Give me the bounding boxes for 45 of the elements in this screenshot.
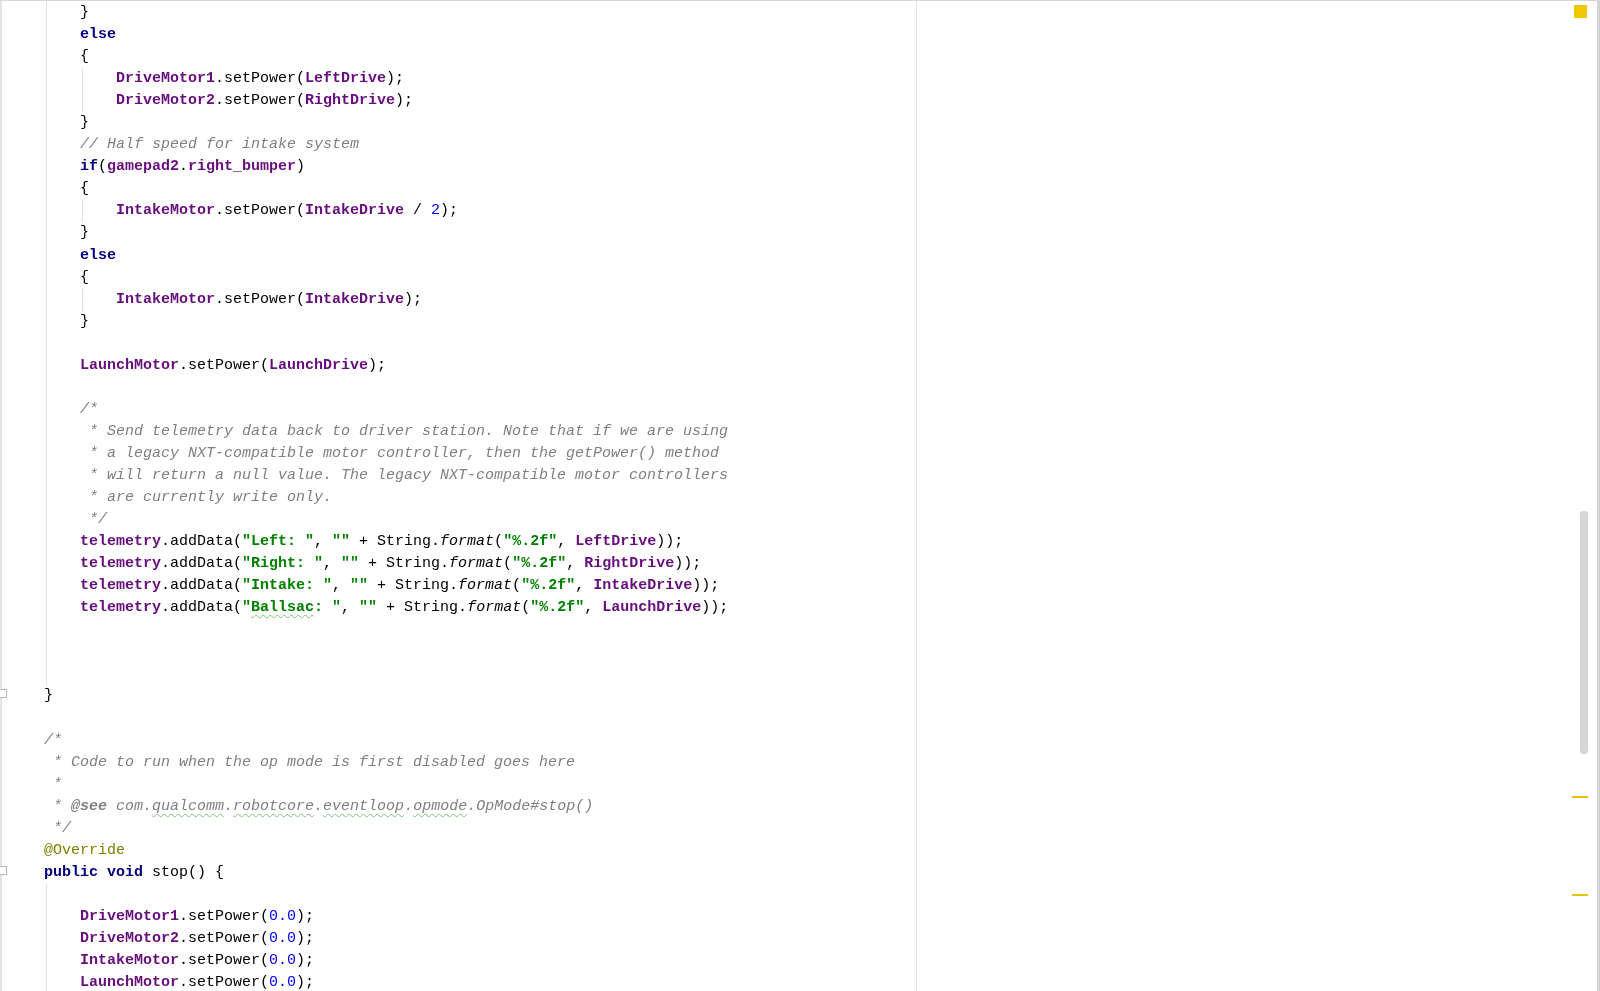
code-line: LaunchMotor.setPower(0.0); (80, 973, 315, 991)
code-line: LaunchMotor.setPower(LaunchDrive); (80, 355, 387, 376)
code-line: } (44, 686, 53, 707)
code-line: */ (88, 510, 107, 531)
code-line: * (52, 774, 62, 795)
code-line: telemetry.addData("Left: ", "" + String.format("%.2f", LeftDrive)); (80, 532, 684, 553)
warning-stripe-marker[interactable] (1572, 894, 1588, 896)
code-line: { (80, 179, 89, 200)
code-line: DriveMotor1.setPower(0.0); (80, 906, 315, 927)
code-line: } (80, 3, 89, 23)
code-line: DriveMotor2.setPower(RightDrive); (116, 91, 414, 112)
code-line: * are currently write only. (88, 488, 333, 509)
scrollbar-thumb[interactable] (1580, 511, 1588, 754)
code-line: telemetry.addData("Right: ", "" + String.format("%.2f", RightDrive)); (80, 554, 702, 575)
code-line: IntakeMotor.setPower(IntakeDrive / 2); (116, 201, 459, 222)
code-line: DriveMotor1.setPower(LeftDrive); (116, 69, 405, 90)
code-line: * will return a null value. The legacy NXT-compatible motor controllers (88, 466, 729, 486)
warning-stripe-marker[interactable] (1572, 796, 1588, 798)
code-line: * Send telemetry data back to driver station. Note that if we are using (88, 421, 729, 442)
code-line: DriveMotor2.setPower(0.0); (80, 928, 315, 949)
code-line: IntakeMotor.setPower(0.0); (80, 951, 315, 971)
code-line: public void stop() { (44, 862, 225, 883)
code-line: /* (80, 399, 98, 420)
code-line: * @see com.qualcomm.robotcore.eventloop.opmode.OpMode#stop() (52, 796, 594, 817)
code-line: IntakeMotor.setPower(IntakeDrive); (116, 289, 423, 310)
code-line: */ (52, 818, 71, 839)
code-line: if(gamepad2.right_bumper) (80, 157, 306, 178)
fold-marker-icon[interactable] (0, 866, 7, 875)
code-line: { (80, 267, 89, 288)
code-line: * a legacy NXT-compatible motor controller, then the getPower() method (88, 443, 720, 464)
code-line: else (80, 25, 116, 46)
code-line: * Code to run when the op mode is first disabled goes here (52, 752, 576, 773)
code-editor[interactable] (0, 0, 1600, 991)
warning-status-icon[interactable] (1574, 5, 1587, 18)
code-line: telemetry.addData("Ballsac: ", "" + String.format("%.2f", LaunchDrive)); (80, 598, 729, 619)
code-line: @Override (44, 840, 125, 861)
code-line: // Half speed for intake system (80, 135, 360, 156)
code-line: telemetry.addData("Intake: ", "" + String.format("%.2f", IntakeDrive)); (80, 576, 720, 597)
code-line: { (80, 47, 89, 68)
code-line: else (80, 245, 116, 266)
code-line: } (80, 311, 89, 332)
code-line: /* (44, 730, 62, 751)
code-line: } (80, 223, 89, 244)
fold-marker-icon[interactable] (0, 689, 7, 698)
code-line: } (80, 113, 89, 134)
